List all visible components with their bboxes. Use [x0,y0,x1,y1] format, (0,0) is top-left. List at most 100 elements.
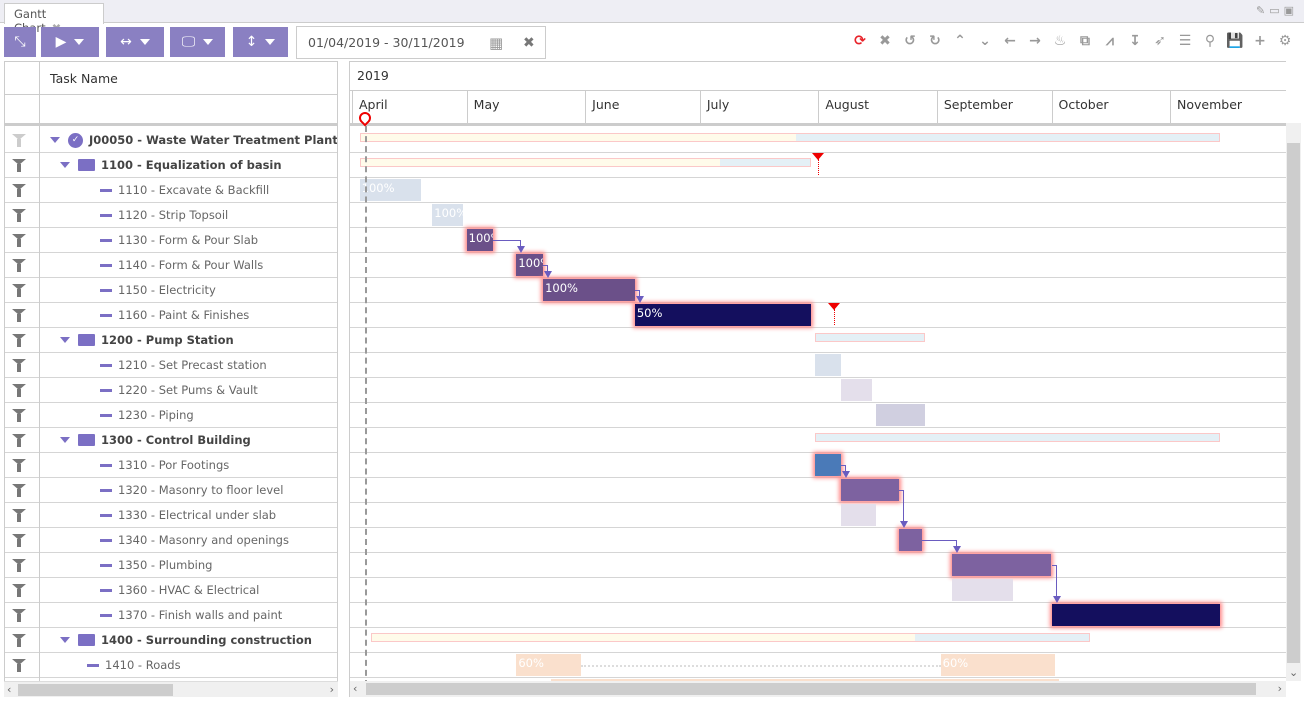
filter-icon[interactable] [12,359,26,372]
collapse-button[interactable]: ⤡ [4,27,36,57]
grid-horizontal-scrollbar[interactable]: ‹ › [4,681,338,697]
task-row[interactable]: 1220 - Set Pums & Vault [5,378,337,403]
task-bar[interactable]: 100% [466,229,494,251]
filter-icon[interactable] [12,459,26,472]
chart-horizontal-scrollbar[interactable]: ‹ › [350,681,1286,697]
delete-icon[interactable]: ✖ [876,33,894,49]
column-header-task-name[interactable]: Task Name [50,71,118,86]
filter-icon[interactable] [12,209,26,222]
critical-path-icon[interactable]: ♨ [1051,33,1069,49]
task-bar[interactable]: 60% [516,654,582,676]
task-row[interactable]: 1300 - Control Building [5,428,337,453]
redo-icon[interactable]: ↻ [926,33,944,49]
filter-icon[interactable] [12,559,26,572]
task-bar[interactable] [814,354,842,376]
expand-caret-icon[interactable] [60,437,70,443]
filter-icon[interactable] [12,484,26,497]
task-bar[interactable] [841,504,876,526]
task-row[interactable]: 1120 - Strip Topsoil [5,203,337,228]
rocket-icon[interactable]: ➶ [1151,33,1169,49]
calendar-icon[interactable]: ▦ [489,34,503,52]
indent-icon[interactable]: ↧ [1126,33,1144,49]
task-bar[interactable]: 100% [359,179,421,201]
chart-vertical-scrollbar[interactable]: ⌄ [1286,123,1301,681]
task-bar[interactable] [1051,604,1220,626]
search-icon[interactable]: ⚲ [1201,33,1219,49]
task-row[interactable]: 1130 - Form & Pour Slab [5,228,337,253]
arrow-left-icon[interactable]: ← [1001,33,1019,49]
filter-icon[interactable] [12,134,26,147]
task-bar[interactable] [952,579,1014,601]
task-row[interactable]: 1210 - Set Precast station [5,353,337,378]
filter-icon[interactable] [12,609,26,622]
task-row[interactable]: 1330 - Electrical under slab [5,503,337,528]
filter-icon[interactable] [12,534,26,547]
add-icon[interactable]: + [1251,33,1269,49]
chart-icon[interactable]: ⩘ [1101,33,1119,49]
filter-icon[interactable] [12,434,26,447]
date-range-input[interactable]: 01/04/2019 - 30/11/2019 ▦ ✖ [296,26,546,59]
settings-icon[interactable]: ⚙ [1276,33,1294,49]
undo-icon[interactable]: ↺ [901,33,919,49]
expand-all-icon[interactable]: ⌄ [976,33,994,49]
summary-bar[interactable] [371,633,1090,642]
filter-icon[interactable] [12,409,26,422]
width-button[interactable]: ↔ [106,27,164,57]
list-icon[interactable]: ☰ [1176,33,1194,49]
dependency-link[interactable] [898,490,904,522]
task-row[interactable]: 1110 - Excavate & Backfill [5,178,337,203]
task-bar[interactable] [952,554,1052,576]
task-row[interactable]: 1140 - Form & Pour Walls [5,253,337,278]
play-button[interactable]: ▶ [41,27,99,57]
expand-caret-icon[interactable] [50,137,60,143]
task-row[interactable]: 1150 - Electricity [5,278,337,303]
grid-filter-row[interactable] [5,95,337,126]
display-button[interactable]: 🖵 [170,27,225,57]
task-bar[interactable]: 50% [634,304,811,326]
expand-caret-icon[interactable] [60,637,70,643]
task-bar[interactable]: 100% [543,279,635,301]
task-bar-split[interactable]: 60% [940,654,1056,676]
task-row[interactable]: 1160 - Paint & Finishes [5,303,337,328]
task-row[interactable]: 1310 - Por Footings [5,453,337,478]
expand-caret-icon[interactable] [60,337,70,343]
task-bar[interactable] [841,479,899,501]
fit-icon[interactable]: ⧉ [1076,33,1094,49]
dependency-link[interactable] [1051,565,1057,597]
task-row[interactable]: 1200 - Pump Station [5,328,337,353]
filter-icon[interactable] [12,584,26,597]
task-bar[interactable] [814,454,842,476]
filter-icon[interactable] [12,184,26,197]
task-row[interactable]: 1230 - Piping [5,403,337,428]
collapse-all-icon[interactable]: ⌃ [951,33,969,49]
filter-icon[interactable] [12,309,26,322]
summary-bar[interactable] [359,133,1220,142]
filter-icon[interactable] [12,159,26,172]
task-row[interactable]: 1410 - Roads [5,653,337,678]
filter-icon[interactable] [12,659,26,672]
filter-icon[interactable] [12,284,26,297]
summary-bar[interactable] [814,433,1220,442]
filter-icon[interactable] [12,634,26,647]
filter-icon[interactable] [12,234,26,247]
arrow-right-icon[interactable]: → [1026,33,1044,49]
window-controls[interactable]: ✎▭▣ [1256,4,1298,17]
tab-gantt-chart[interactable]: Gantt Chart✖ [4,3,104,35]
task-row[interactable]: 1360 - HVAC & Electrical [5,578,337,603]
task-row[interactable]: 1320 - Masonry to floor level [5,478,337,503]
filter-icon[interactable] [12,259,26,272]
task-bar[interactable] [841,379,872,401]
save-icon[interactable]: 💾 [1226,33,1244,49]
expand-caret-icon[interactable] [60,162,70,168]
filter-icon[interactable] [12,334,26,347]
task-row[interactable]: 1370 - Finish walls and paint [5,603,337,628]
task-bar[interactable]: 100% [432,204,463,226]
clear-date-icon[interactable]: ✖ [523,35,535,51]
summary-bar[interactable] [359,158,811,167]
filter-icon[interactable] [12,384,26,397]
task-bar[interactable] [898,529,922,551]
dependency-link[interactable] [921,540,958,547]
summary-bar[interactable] [814,333,926,342]
task-row[interactable]: 1350 - Plumbing [5,553,337,578]
task-row[interactable]: ✓ J00050 - Waste Water Treatment Plant [5,128,337,153]
